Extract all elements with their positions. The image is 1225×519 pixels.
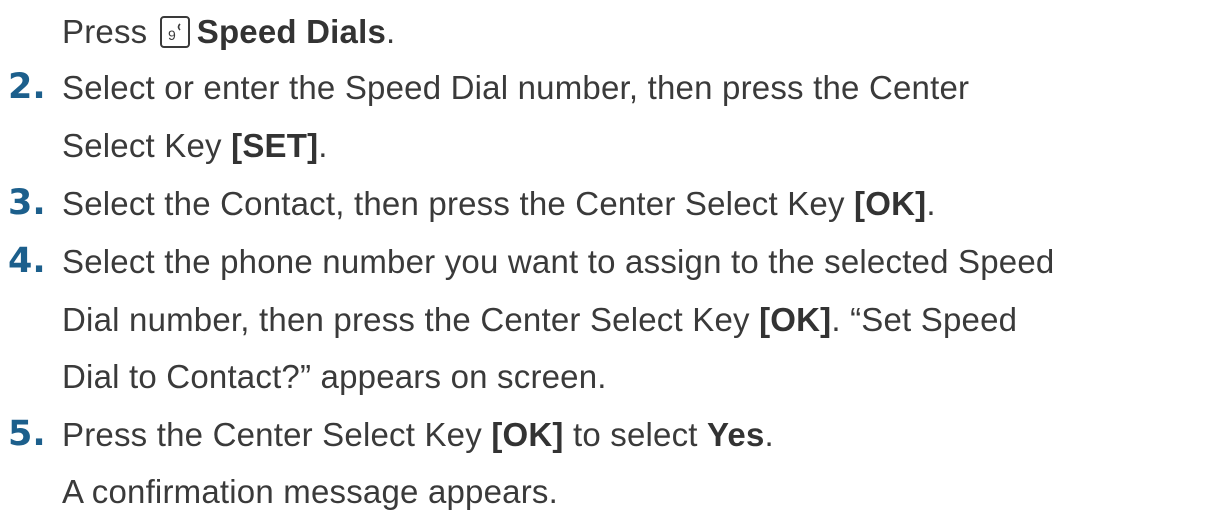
instruction-page: Press 9 Speed Dials. 2. Select or enter t… — [0, 0, 1225, 519]
intro-suffix: . — [386, 13, 396, 50]
intro-line: Press 9 Speed Dials. — [62, 12, 395, 52]
step-text: . — [926, 185, 936, 222]
step-line: Dial to Contact?” appears on screen. — [62, 358, 607, 395]
step-text: to select — [563, 416, 708, 453]
key-label: [OK] — [759, 301, 832, 338]
step-line: Press the Center Select Key [OK] to sele… — [62, 415, 774, 455]
step-line: A confirmation message appears. — [62, 473, 558, 510]
intro-prefix: Press — [62, 13, 148, 50]
step-line: Select the Contact, then press the Cente… — [62, 184, 936, 224]
step-text: Select Key — [62, 127, 232, 164]
step-text: . — [318, 127, 328, 164]
key-label: [SET] — [231, 127, 319, 164]
key-label: [OK] — [491, 416, 564, 453]
yes-label: Yes — [707, 416, 765, 453]
step-text: Press the Center Select Key — [62, 416, 492, 453]
step-number: 3. — [8, 183, 46, 223]
step-line: Select or enter the Speed Dial number, t… — [62, 69, 970, 106]
step-number: 5. — [8, 414, 46, 454]
speed-dials-label: Speed Dials — [196, 13, 387, 50]
step-text: . — [764, 416, 774, 453]
step-text: . “Set Speed — [831, 301, 1018, 338]
step-text: Dial number, then press the Center Selec… — [62, 301, 760, 338]
step-line: Select Key [SET]. — [62, 126, 328, 166]
step-text: Select the Contact, then press the Cente… — [62, 185, 855, 222]
nine-key-icon: 9 — [159, 14, 193, 50]
step-line: Select the phone number you want to assi… — [62, 243, 1055, 280]
step-number: 2. — [8, 67, 46, 107]
key-label: [OK] — [854, 185, 927, 222]
step-number: 4. — [8, 241, 46, 281]
step-line: Dial number, then press the Center Selec… — [62, 300, 1017, 340]
svg-text:9: 9 — [168, 27, 176, 43]
